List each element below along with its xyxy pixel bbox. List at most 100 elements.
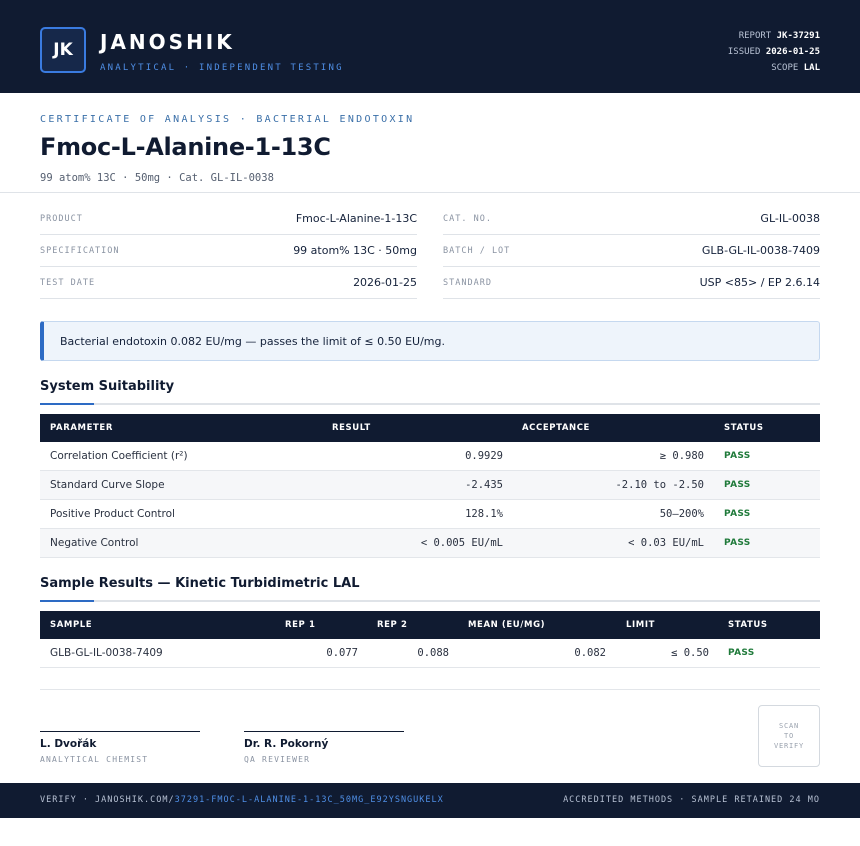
section-title-suitability: System Suitability (40, 379, 175, 394)
info-column-right: CAT. NO. GL-IL-0038 BATCH / LOT GLB-GL-I… (443, 203, 820, 299)
cell-parameter: Negative Control (50, 537, 139, 549)
divider (0, 192, 860, 193)
table-row: Correlation Coefficient (r²) 0.9929 ≥ 0.… (40, 442, 820, 471)
report-id-line: REPORT JK-37291 (728, 28, 820, 44)
signature-block: L. Dvořák ANALYTICAL CHEMIST (40, 731, 200, 764)
table-header: SAMPLE REP 1 REP 2 MEAN (EU/MG) LIMIT ST… (40, 611, 820, 639)
column-header: MEAN (EU/MG) (468, 620, 546, 630)
info-row-cat-no: CAT. NO. GL-IL-0038 (443, 203, 820, 235)
cell-result: -2.435 (465, 479, 503, 491)
cell-acceptance: ≥ 0.980 (659, 450, 704, 462)
page-title: Fmoc-L-Alanine-1-13C (40, 133, 331, 161)
column-header: STATUS (728, 620, 768, 630)
issued-value: 2026-01-25 (765, 47, 820, 57)
signatory-role: ANALYTICAL CHEMIST (40, 755, 149, 764)
info-value: Fmoc-L-Alanine-1-13C (295, 212, 417, 225)
info-label: CAT. NO. (443, 213, 492, 224)
table-header: PARAMETER RESULT ACCEPTANCE STATUS (40, 414, 820, 442)
column-header: STATUS (724, 423, 764, 433)
status-badge: PASS (724, 480, 751, 490)
info-column-left: PRODUCT Fmoc-L-Alanine-1-13C SPECIFICATI… (40, 203, 417, 299)
footer-note: ACCREDITED METHODS · SAMPLE RETAINED 24 … (563, 795, 820, 805)
info-row-specification: SPECIFICATION 99 atom% 13C · 50mg (40, 235, 417, 267)
brand-logo: JK (40, 27, 86, 73)
column-header: SAMPLE (50, 620, 93, 630)
info-value: 99 atom% 13C · 50mg (293, 244, 417, 257)
cell-parameter: Standard Curve Slope (50, 479, 165, 491)
cell-rep1: 0.077 (326, 647, 358, 659)
cell-result: 128.1% (465, 508, 503, 520)
result-banner-text: Bacterial endotoxin 0.082 EU/mg — passes… (60, 334, 445, 348)
column-header: RESULT (332, 423, 371, 433)
table-row: Standard Curve Slope -2.435 -2.10 to -2.… (40, 471, 820, 500)
report-id-value: JK-37291 (776, 31, 820, 41)
table-row: Positive Product Control 128.1% 50–200% … (40, 500, 820, 529)
issued-line: ISSUED 2026-01-25 (728, 44, 820, 60)
report-meta: REPORT JK-37291 ISSUED 2026-01-25 SCOPE … (728, 28, 820, 76)
cell-acceptance: 50–200% (659, 508, 704, 520)
scope-line: SCOPE LAL (728, 60, 820, 76)
info-row-test-date: TEST DATE 2026-01-25 (40, 267, 417, 299)
info-row-standard: STANDARD USP <85> / EP 2.6.14 (443, 267, 820, 299)
report-header: JK JANOSHIK ANALYTICAL · INDEPENDENT TES… (0, 0, 860, 93)
status-badge: PASS (728, 648, 755, 658)
status-badge: PASS (724, 509, 751, 519)
brand-tagline: ANALYTICAL · INDEPENDENT TESTING (100, 63, 344, 73)
divider (40, 689, 820, 690)
report-footer: VERIFY · JANOSHIK.COM/37291-FMOC-L-ALANI… (0, 783, 860, 818)
signatory-name: Dr. R. Pokorný (244, 738, 329, 750)
document-eyebrow: CERTIFICATE OF ANALYSIS · BACTERIAL ENDO… (40, 114, 415, 125)
verify-prefix: VERIFY · JANOSHIK.COM/ (40, 795, 175, 805)
cell-acceptance: -2.10 to -2.50 (615, 479, 704, 491)
cell-acceptance: < 0.03 EU/mL (628, 537, 704, 549)
verify-qr-code[interactable]: SCAN TO VERIFY (758, 705, 820, 767)
column-header: PARAMETER (50, 423, 113, 433)
section-rule-accent (40, 600, 94, 602)
signatory-name: L. Dvořák (40, 738, 97, 750)
suitability-table: PARAMETER RESULT ACCEPTANCE STATUS Corre… (40, 414, 820, 558)
column-header: REP 2 (377, 620, 408, 630)
qr-text: SCAN (778, 722, 800, 730)
column-header: ACCEPTANCE (522, 423, 590, 433)
section-rule (40, 403, 820, 405)
info-label: PRODUCT (40, 213, 83, 224)
info-label: BATCH / LOT (443, 245, 511, 256)
section-title-samples: Sample Results — Kinetic Turbidimetric L… (40, 576, 360, 591)
qr-text: VERIFY (773, 742, 805, 750)
cell-limit: ≤ 0.50 (671, 647, 709, 659)
status-badge: PASS (724, 451, 751, 461)
table-row: Negative Control < 0.005 EU/mL < 0.03 EU… (40, 529, 820, 558)
info-label: STANDARD (443, 277, 492, 288)
column-header: REP 1 (285, 620, 316, 630)
scope-label: SCOPE (771, 63, 799, 73)
report-id-label: REPORT (738, 31, 772, 41)
verify-link[interactable]: 37291-FMOC-L-ALANINE-1-13C_50MG_E92YSNGU… (175, 795, 444, 805)
brand-name: JANOSHIK (100, 30, 235, 54)
cell-sample: GLB-GL-IL-0038-7409 (50, 647, 163, 659)
info-value: GL-IL-0038 (760, 212, 820, 225)
scope-value: LAL (803, 63, 820, 73)
page-subtitle: 99 atom% 13C · 50mg · Cat. GL-IL-0038 (40, 172, 274, 184)
result-banner: Bacterial endotoxin 0.082 EU/mg — passes… (40, 321, 820, 361)
section-rule (40, 600, 820, 602)
cell-parameter: Correlation Coefficient (r²) (50, 450, 188, 462)
section-rule-accent (40, 403, 94, 405)
cell-mean: 0.082 (574, 647, 606, 659)
cell-parameter: Positive Product Control (50, 508, 175, 520)
column-header: LIMIT (626, 620, 655, 630)
status-badge: PASS (724, 538, 751, 548)
info-label: SPECIFICATION (40, 245, 120, 256)
cell-result: < 0.005 EU/mL (420, 537, 503, 549)
info-row-product: PRODUCT Fmoc-L-Alanine-1-13C (40, 203, 417, 235)
signatory-role: QA REVIEWER (244, 755, 311, 764)
verify-line: VERIFY · JANOSHIK.COM/37291-FMOC-L-ALANI… (40, 783, 444, 818)
info-value: USP <85> / EP 2.6.14 (699, 276, 820, 289)
qr-text: TO (783, 732, 795, 740)
samples-table: SAMPLE REP 1 REP 2 MEAN (EU/MG) LIMIT ST… (40, 611, 820, 668)
cell-result: 0.9929 (465, 450, 503, 462)
info-value: 2026-01-25 (353, 276, 417, 289)
info-label: TEST DATE (40, 277, 96, 288)
info-row-batch-lot: BATCH / LOT GLB-GL-IL-0038-7409 (443, 235, 820, 267)
info-value: GLB-GL-IL-0038-7409 (701, 244, 820, 257)
table-row: GLB-GL-IL-0038-7409 0.077 0.088 0.082 ≤ … (40, 639, 820, 668)
